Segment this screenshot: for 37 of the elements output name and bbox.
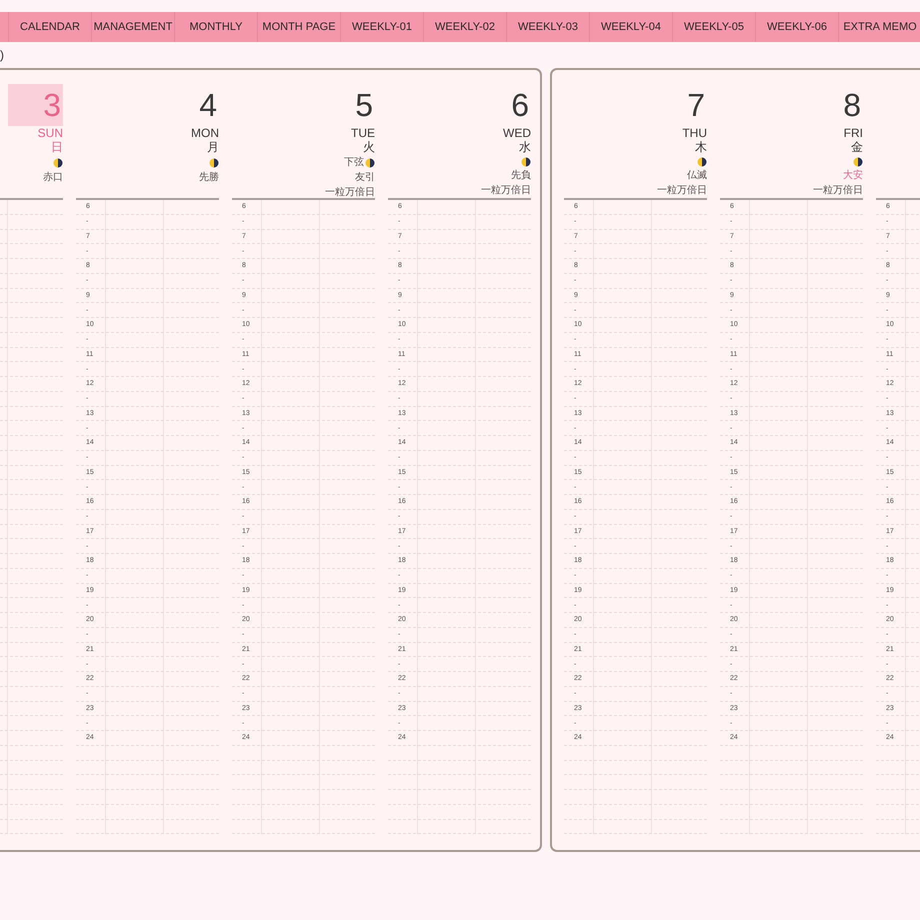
weekday-label: MON	[191, 126, 219, 140]
special-day-label: 一粒万倍日	[813, 184, 863, 198]
weekday-kanji: 火	[363, 140, 375, 155]
half-moon-icon	[853, 156, 863, 166]
weekday-kanji: 金	[851, 140, 863, 155]
weekday-kanji: 木	[695, 140, 707, 155]
weekday-kanji: 月	[207, 140, 219, 155]
date-number: 4	[199, 86, 218, 125]
rokuyo-label: 赤口	[43, 170, 63, 185]
weekday-kanji: 水	[519, 140, 531, 155]
weekday-label: SUN	[38, 126, 63, 140]
rokuyo-label: 大安	[843, 168, 863, 183]
rokuyo-label: 友引	[355, 171, 375, 185]
weekday-label: TUE	[351, 126, 375, 140]
date-number: 6	[511, 86, 530, 125]
rokuyo-label: 先勝	[199, 170, 219, 185]
rokuyo-label: 先負	[511, 168, 531, 183]
half-moon-icon	[697, 156, 707, 166]
date-number: 7	[687, 86, 706, 125]
moon-phase-label: 下弦	[344, 156, 364, 170]
date-number: 8	[843, 86, 862, 125]
weekday-label: WED	[503, 126, 531, 140]
highlighted-date-number: 3	[8, 84, 63, 126]
half-moon-icon	[209, 158, 219, 168]
half-moon-icon	[365, 158, 375, 168]
half-moon-icon	[521, 156, 531, 166]
nav-tab[interactable]: MANAGEMENT	[91, 12, 174, 42]
special-day-label: 一粒万倍日	[325, 186, 375, 200]
special-day-label: 一粒万倍日	[481, 184, 531, 198]
rokuyo-label: 仏滅	[687, 168, 707, 183]
weekday-label: THU	[682, 126, 707, 140]
page-note: )	[0, 48, 4, 62]
weekday-label: FRI	[844, 126, 863, 140]
weekday-kanji: 日	[51, 140, 63, 155]
date-number: 5	[355, 86, 374, 125]
special-day-label: 一粒万倍日	[657, 184, 707, 198]
half-moon-icon	[53, 158, 63, 168]
